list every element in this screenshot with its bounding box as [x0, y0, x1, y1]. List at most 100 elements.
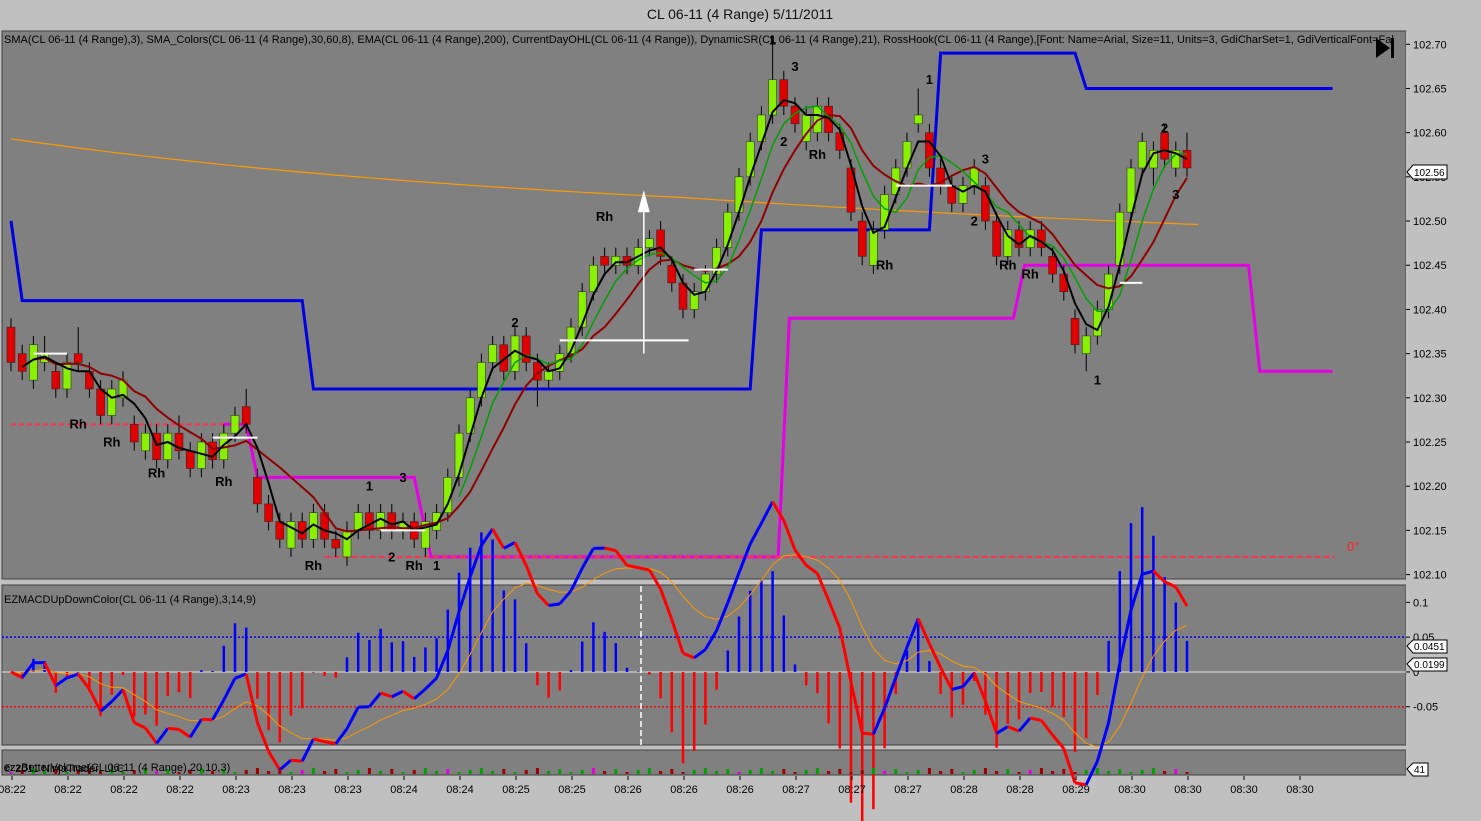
volume-bar [1028, 770, 1032, 774]
volume-bar [916, 770, 920, 774]
time-tick-label: 08:24 [390, 784, 418, 796]
macd-line-segment-down [290, 758, 303, 763]
volume-bar [1039, 768, 1043, 774]
volume-bar [703, 768, 707, 774]
chart[interactable]: CL 06-11 (4 Range) 5/11/2011 Rh Rh Rh Rh Rh 2… [0, 0, 1481, 821]
ross-hook-annotation: 3 [982, 152, 989, 167]
volume-bar [614, 769, 618, 774]
ross-hook-annotation: 2 [511, 315, 518, 330]
volume-bar [591, 768, 595, 774]
time-tick-label: 08:24 [446, 784, 474, 796]
ross-hook-annotation: Rh [1022, 266, 1039, 281]
ross-hook-annotation: Rh [305, 558, 322, 573]
volume-bar [547, 771, 551, 774]
volume-bar [737, 772, 741, 774]
price-tick-label: 102.40 [1413, 304, 1447, 316]
candle-down [6, 326, 16, 363]
volume-bar [782, 769, 786, 774]
time-tick-label: 08:29 [1062, 784, 1090, 796]
time-tick-label: 08:23 [278, 784, 306, 796]
candle-down [1160, 132, 1169, 160]
ross-hook-annotation: Rh [596, 209, 613, 224]
ross-hook-annotation: Rh [876, 258, 893, 273]
time-tick-label: 08:30 [1230, 784, 1258, 796]
price-tick-label: 102.60 [1413, 128, 1447, 140]
volume-bar [1163, 771, 1167, 774]
ross-hook-annotation: 1 [926, 72, 933, 87]
volume-bar [300, 770, 304, 774]
volume-bar [883, 771, 887, 774]
volume-bar [961, 772, 965, 774]
volume-bar [233, 772, 237, 774]
candle-up [913, 114, 923, 125]
time-tick-label: 08:26 [726, 784, 754, 796]
candle-down [253, 477, 262, 505]
volume-bar [905, 772, 909, 774]
ross-hook-annotation: 2 [1161, 121, 1168, 136]
volume-bar [871, 768, 875, 774]
volume-bar [1118, 769, 1122, 774]
ross-hook-annotation: Rh [999, 258, 1016, 273]
volume-bar [647, 768, 651, 774]
price-tick-label: 102.45 [1413, 260, 1447, 272]
price-tick-label: 102.70 [1413, 39, 1447, 51]
macd-value-a: 0.0451 [1414, 642, 1445, 653]
volume-bar [972, 770, 976, 774]
volume-bar [995, 771, 999, 774]
candle-up [230, 415, 240, 434]
volume-bar [379, 771, 383, 774]
candle-up [958, 185, 968, 204]
ross-hook-annotation: 3 [399, 470, 406, 485]
volume-bar [569, 772, 573, 774]
price-tick-label: 102.25 [1413, 437, 1447, 449]
volume-bar [670, 769, 674, 774]
volume-bar [311, 768, 315, 774]
volume-bar [625, 772, 629, 774]
price-tick-label: 102.15 [1413, 525, 1447, 537]
price-tick-label: 102.35 [1413, 349, 1447, 361]
time-tick-label: 08:23 [222, 784, 250, 796]
volume-bar [423, 768, 427, 774]
angle-label: 0° [1347, 539, 1359, 554]
candle-down [1048, 256, 1057, 275]
candle-down [600, 256, 609, 266]
macd-tick-label: 0.1 [1413, 597, 1428, 609]
candle-down [241, 406, 251, 425]
last-price-marker: 102.56 [1406, 164, 1448, 180]
macd-panel[interactable] [1, 584, 1407, 746]
macd-tick-label: -0.05 [1413, 702, 1438, 714]
volume-bar [1129, 772, 1133, 774]
time-tick-label: 08:26 [614, 784, 642, 796]
volume-bar [390, 769, 394, 774]
candle-up [1137, 141, 1147, 169]
candle-down [521, 335, 531, 363]
candle-up [645, 238, 654, 248]
macd-line-segment-down [324, 740, 337, 746]
time-tick-label: 08:27 [782, 784, 810, 796]
ross-hook-annotation: 2 [971, 213, 978, 228]
volume-bar [838, 769, 842, 774]
volume-bar [323, 771, 327, 774]
macd-line-segment-down [167, 726, 180, 731]
candle-down [925, 132, 934, 169]
ross-hook-annotation: 3 [791, 59, 798, 74]
price-tick-label: 102.20 [1413, 481, 1447, 493]
ross-hook-annotation: 2 [780, 134, 787, 149]
volume-bar [255, 768, 259, 774]
volume-bar [356, 770, 360, 774]
ross-hook-annotation: Rh [148, 465, 165, 480]
volume-bar [1062, 769, 1066, 774]
volume-bar [894, 769, 898, 774]
time-tick-label: 08:22 [0, 784, 26, 796]
candle-down [947, 185, 957, 204]
candle-down [73, 353, 83, 363]
volume-bar [815, 768, 819, 774]
volume-bar [793, 772, 797, 774]
ross-hook-annotation: Rh [406, 558, 423, 573]
volume-bar [535, 768, 539, 774]
volume-bar [1095, 768, 1099, 774]
price-panel[interactable] [1, 30, 1407, 580]
candle-down [1070, 318, 1080, 346]
candle-down [17, 353, 27, 372]
volume-bar [446, 769, 450, 774]
